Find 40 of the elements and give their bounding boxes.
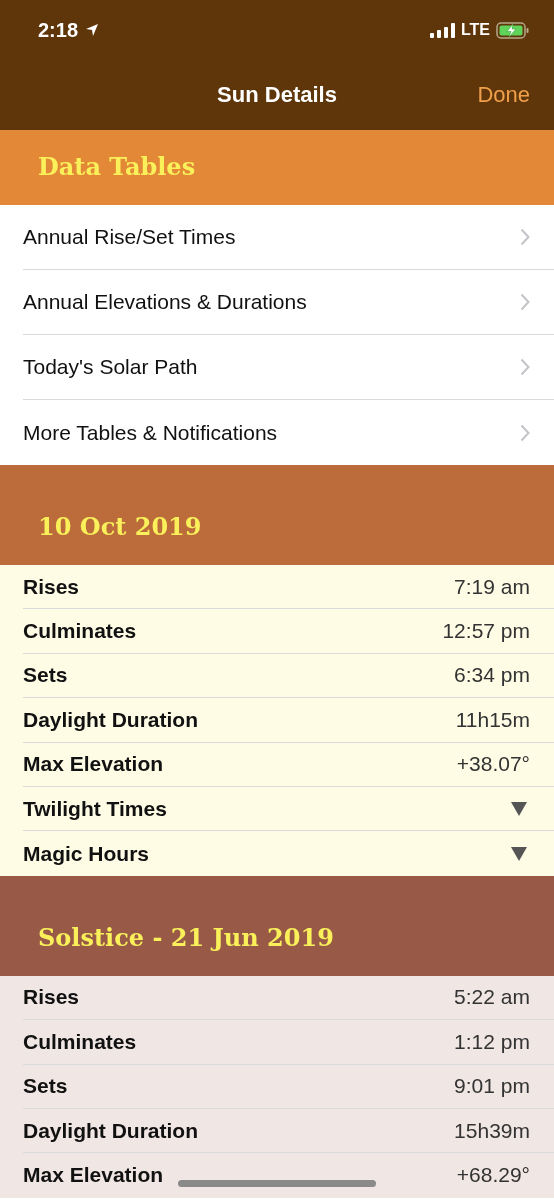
row-label: Culminates <box>23 1029 137 1054</box>
table-link[interactable]: Annual Elevations & Durations <box>23 270 554 335</box>
chevron-right-icon <box>520 358 530 376</box>
row-label: Culminates <box>23 619 137 644</box>
section-title: 10 Oct 2019 <box>38 512 202 541</box>
row-value: 1:12 pm <box>454 1029 530 1054</box>
table-link[interactable]: More Tables & Notifications <box>23 400 554 465</box>
row-value: +38.07° <box>456 752 530 777</box>
row-value: 5:22 am <box>454 985 530 1010</box>
signal-icon <box>429 22 456 38</box>
section-title: Solstice - 21 Jun 2019 <box>38 922 334 952</box>
row-value: 15h39m <box>454 1118 530 1143</box>
row-label: Rises <box>23 985 80 1010</box>
done-button[interactable]: Done <box>477 82 530 108</box>
row-label: Daylight Duration <box>23 1118 198 1143</box>
row-label: Sets <box>23 663 68 688</box>
battery-charging-icon <box>496 21 530 39</box>
chevron-right-icon <box>520 293 530 311</box>
row-label: Max Elevation <box>23 752 164 777</box>
expandable-row[interactable]: Twilight Times <box>23 786 554 832</box>
chevron-right-icon <box>520 423 530 442</box>
table-link[interactable]: Today's Solar Path <box>23 335 554 400</box>
row-label: Daylight Duration <box>23 707 198 732</box>
screen-title: Sun Details <box>217 82 337 108</box>
row-value: 6:34 pm <box>454 663 530 688</box>
row-value: 11h15m <box>455 707 530 732</box>
expandable-row[interactable]: Magic Hours <box>23 831 554 876</box>
row-label: Sets <box>23 1074 68 1099</box>
row-value: +68.29° <box>456 1163 530 1188</box>
status-time: 2:18 <box>38 18 79 42</box>
location-arrow-icon <box>85 23 100 37</box>
section-title: Data Tables <box>38 152 196 181</box>
network-label: LTE <box>460 21 490 39</box>
row-value: 7:19 am <box>454 574 530 599</box>
chevron-right-icon <box>520 228 530 246</box>
row-value: 9:01 pm <box>454 1074 530 1099</box>
row-value: 12:57 pm <box>442 619 530 644</box>
row-label: Max Elevation <box>23 1163 164 1188</box>
table-link[interactable]: Annual Rise/Set Times <box>23 205 554 270</box>
row-label: Rises <box>23 574 80 599</box>
